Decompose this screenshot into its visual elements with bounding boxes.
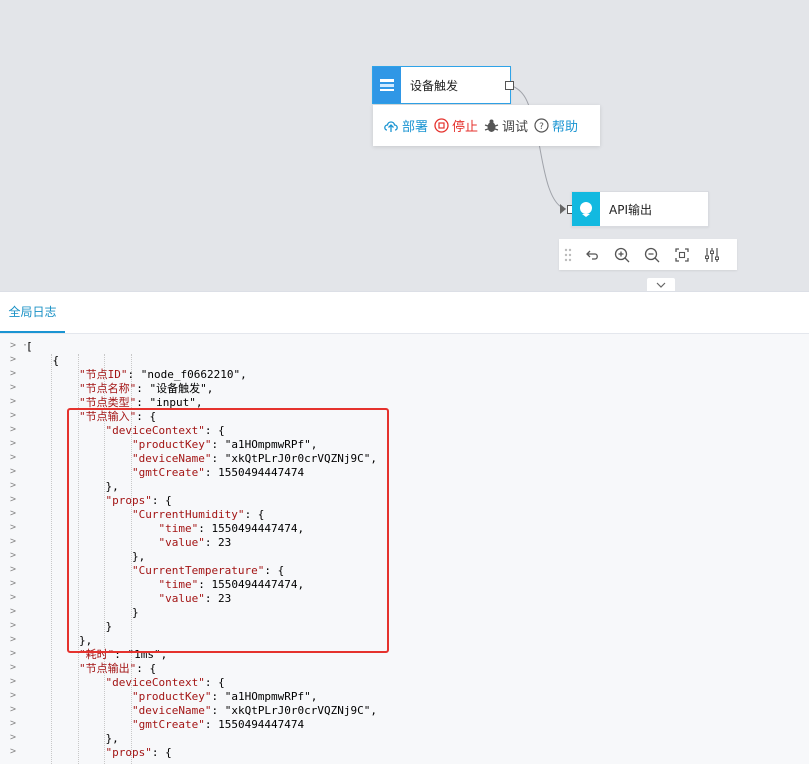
fold-arrow-icon[interactable]: >	[10, 424, 16, 435]
fold-arrow-icon[interactable]: >	[10, 550, 16, 561]
fold-arrow-icon[interactable]: >	[10, 508, 16, 519]
api-output-icon	[572, 192, 600, 226]
log-line: [	[26, 340, 33, 353]
api-output-node[interactable]: API输出	[567, 191, 709, 227]
fold-arrow-icon[interactable]: >	[10, 480, 16, 491]
log-line: "节点名称": "设备触发",	[78, 382, 214, 395]
log-line: "节点ID": "node_f0662210",	[78, 368, 247, 381]
cloud-upload-icon	[384, 120, 398, 132]
fold-arrow-icon[interactable]: >	[10, 564, 16, 575]
log-line: },	[26, 732, 119, 745]
log-line: "deviceContext": {	[105, 676, 225, 689]
fold-arrow-icon[interactable]: >	[10, 718, 16, 729]
fold-arrow-icon[interactable]: >	[10, 354, 16, 365]
chevron-down-icon	[656, 282, 666, 288]
fold-arrow-icon[interactable]: >	[10, 732, 16, 743]
fold-arrow-icon[interactable]: >	[10, 438, 16, 449]
fold-arrow-icon[interactable]: >	[10, 410, 16, 421]
fold-arrow-icon[interactable]: >	[10, 620, 16, 631]
help-label: 帮助	[552, 120, 579, 135]
tab-global-log[interactable]: 全局日志	[0, 292, 65, 333]
deploy-label: 部署	[402, 120, 429, 135]
collapse-panel-toggle[interactable]	[647, 278, 675, 291]
undo-icon[interactable]	[577, 239, 607, 270]
zoom-out-icon[interactable]	[637, 239, 667, 270]
zoom-in-icon[interactable]	[607, 239, 637, 270]
fold-arrow-icon[interactable]: >	[10, 382, 16, 393]
fold-arrow-icon[interactable]: >	[10, 676, 16, 687]
log-line: "productKey": "a1HOmpmwRPf",	[131, 690, 318, 703]
question-icon: ?	[534, 118, 549, 133]
log-line: "props": {	[105, 746, 172, 759]
fold-arrow-icon[interactable]: >	[10, 662, 16, 673]
log-line: {	[26, 354, 60, 367]
fold-arrow-icon[interactable]: >	[10, 592, 16, 603]
debug-button[interactable]: 调试	[484, 116, 528, 135]
fold-arrow-icon[interactable]: >	[10, 690, 16, 701]
log-line: "gmtCreate": 1550494447474	[131, 718, 305, 731]
output-port[interactable]	[505, 81, 514, 90]
fold-arrow-icon[interactable]: >	[10, 536, 16, 547]
bug-icon	[484, 119, 499, 132]
highlight-box	[67, 408, 389, 653]
fold-arrow-icon[interactable]: >	[10, 578, 16, 589]
fold-arrow-icon[interactable]: >	[10, 648, 16, 659]
log-line: "节点输出": {	[78, 662, 157, 675]
fold-arrow-icon[interactable]: >	[10, 704, 16, 715]
device-trigger-label: 设备触发	[410, 78, 459, 93]
fold-arrow-icon[interactable]: >	[10, 396, 16, 407]
fold-arrow-icon[interactable]: >	[10, 634, 16, 645]
log-tabbar: 全局日志	[0, 292, 809, 334]
stop-label: 停止	[452, 120, 479, 135]
device-trigger-icon	[373, 67, 401, 103]
stop-button[interactable]: 停止	[434, 116, 478, 135]
device-trigger-node[interactable]: 设备触发	[372, 66, 514, 104]
fold-arrow-icon[interactable]: >	[10, 452, 16, 463]
drag-handle-icon[interactable]	[559, 239, 577, 270]
debug-label: 调试	[502, 120, 529, 135]
help-button[interactable]: ? 帮助	[534, 116, 578, 135]
fit-view-icon[interactable]	[667, 239, 697, 270]
fold-arrow-icon[interactable]: >	[10, 494, 16, 505]
api-output-label: API输出	[609, 202, 652, 217]
canvas-zoom-toolbar	[559, 239, 737, 270]
fold-arrow-icon[interactable]: >	[10, 606, 16, 617]
fold-arrow-icon[interactable]: >	[10, 466, 16, 477]
log-line: "deviceName": "xkQtPLrJ0r0crVQZNj9C",	[131, 704, 378, 717]
flow-canvas[interactable]: 设备触发 部署 停止 调试 ? 帮助 API输出	[0, 0, 809, 291]
fold-arrow-icon[interactable]: >	[10, 522, 16, 533]
fold-arrow-icon[interactable]: >	[10, 746, 16, 757]
svg-text:?: ?	[539, 122, 544, 132]
settings-sliders-icon[interactable]	[697, 239, 727, 270]
deploy-button[interactable]: 部署	[383, 116, 428, 135]
node-action-toolbar: 部署 停止 调试 ? 帮助	[373, 105, 600, 146]
stop-icon	[434, 118, 449, 133]
fold-arrow-icon[interactable]: >	[10, 368, 16, 379]
